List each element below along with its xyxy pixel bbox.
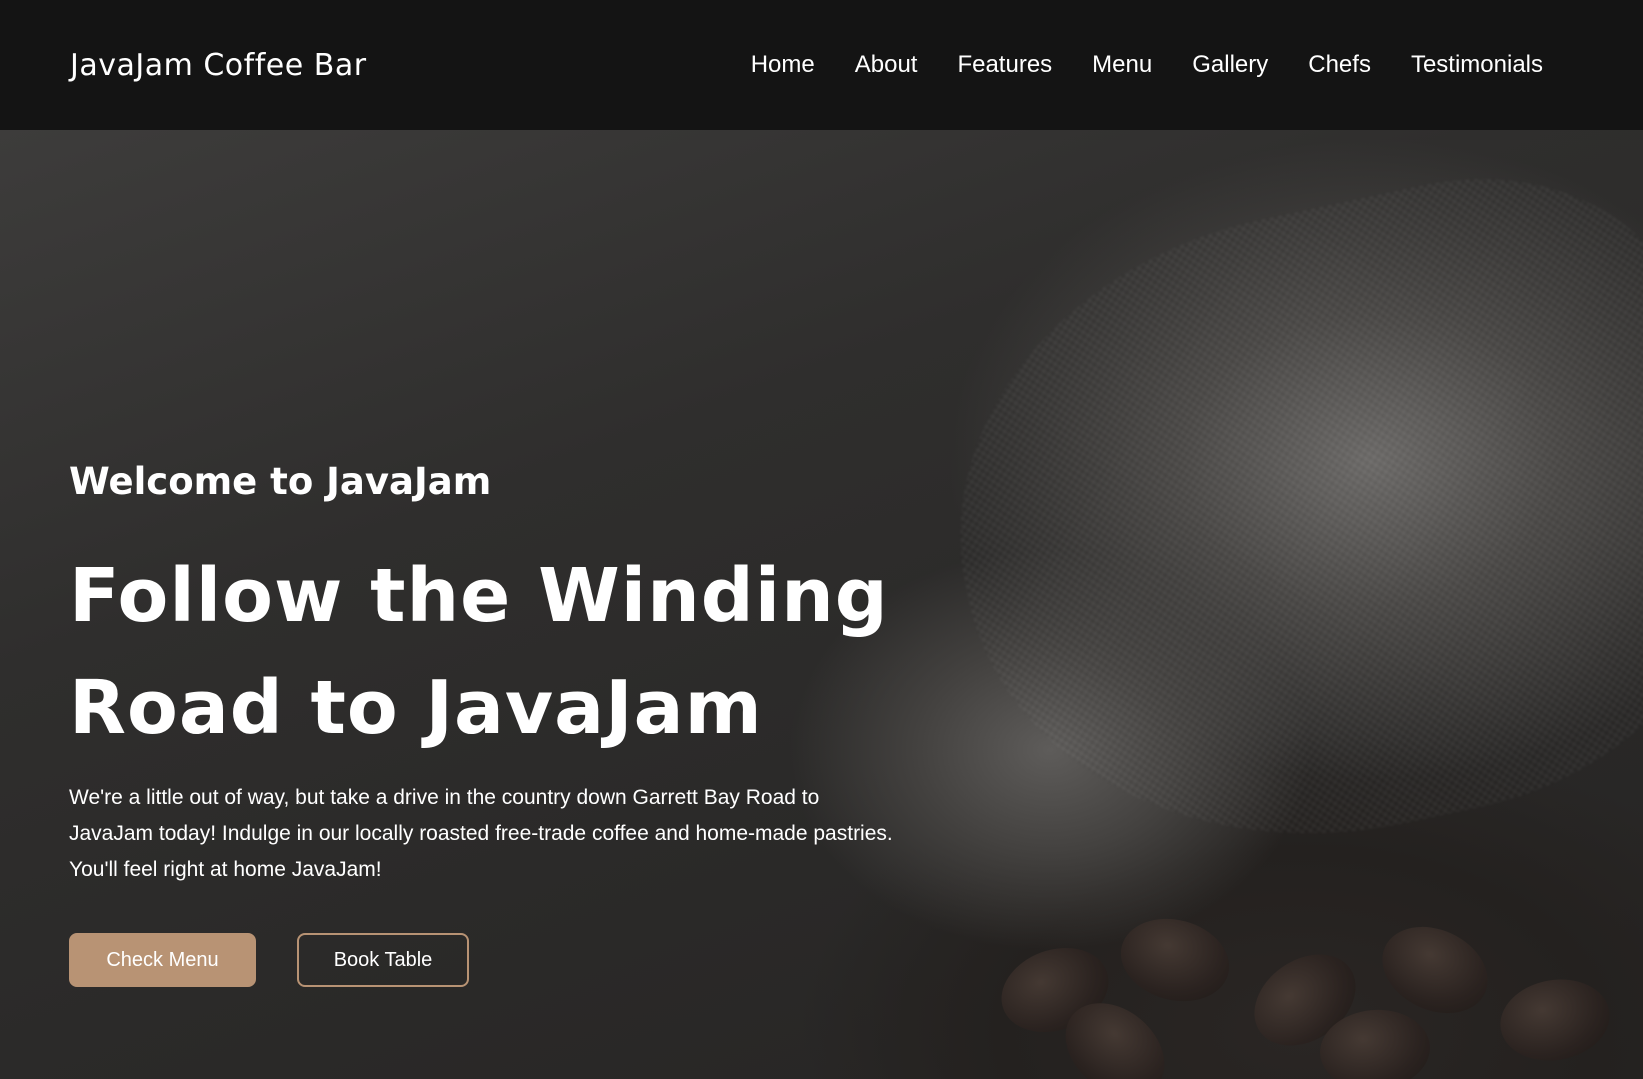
hero-welcome-text: Welcome to JavaJam [69, 460, 492, 503]
brand-logo[interactable]: JavaJam Coffee Bar [70, 48, 367, 83]
main-nav: Home About Features Menu Gallery Chefs T… [731, 51, 1543, 79]
coffee-bean-image [1493, 971, 1617, 1069]
hero-intro-paragraph: We're a little out of way, but take a dr… [69, 786, 893, 881]
nav-link-about[interactable]: About [835, 51, 938, 79]
nav-link-home[interactable]: Home [731, 51, 835, 79]
nav-link-gallery[interactable]: Gallery [1172, 51, 1288, 79]
check-menu-button[interactable]: Check Menu [69, 933, 256, 987]
burlap-sack-background [903, 137, 1643, 903]
nav-link-menu[interactable]: Menu [1072, 51, 1172, 79]
nav-link-testimonials[interactable]: Testimonials [1391, 51, 1543, 79]
hero-headline: Follow the Winding Road to JavaJam [69, 553, 889, 751]
nav-link-chefs[interactable]: Chefs [1288, 51, 1391, 79]
nav-link-features[interactable]: Features [937, 51, 1072, 79]
top-navbar: JavaJam Coffee Bar Home About Features M… [0, 0, 1643, 130]
book-table-button[interactable]: Book Table [297, 933, 469, 987]
hero-section: Welcome to JavaJam Follow the Winding Ro… [0, 130, 1643, 1079]
coffee-bean-image [1111, 907, 1239, 1013]
